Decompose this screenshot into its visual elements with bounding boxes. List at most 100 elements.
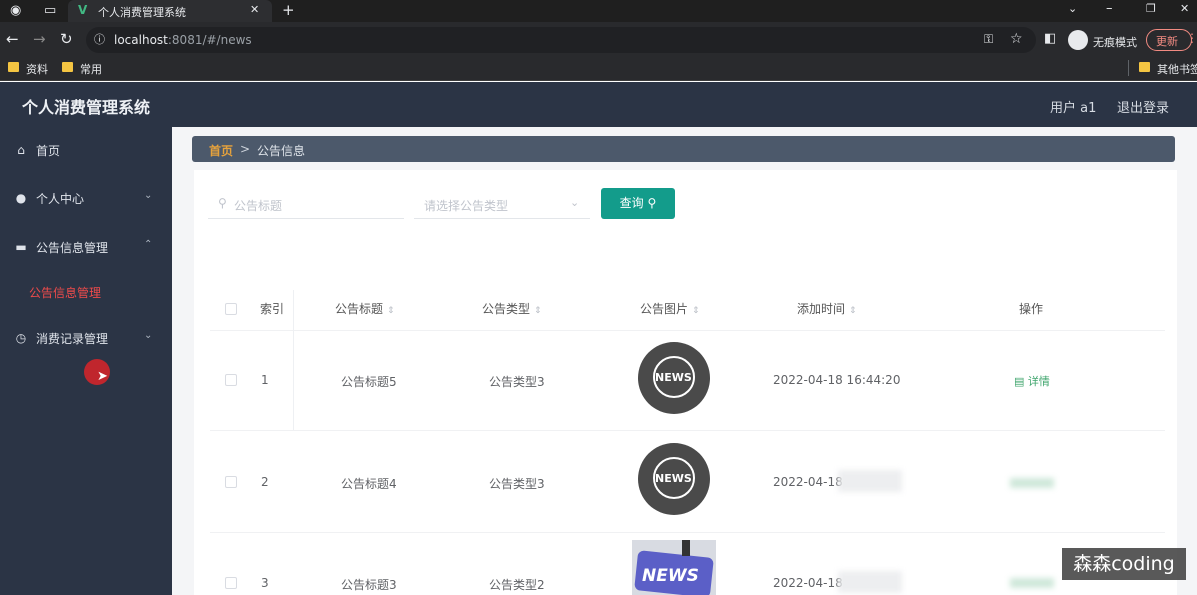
chevron-down-icon: ⌄ xyxy=(144,190,153,201)
sidebar-item-home[interactable]: ⌂ 首页 xyxy=(0,130,172,170)
briefcase-icon: ▬ xyxy=(15,240,27,254)
watermark: 森森coding xyxy=(1062,548,1186,580)
column-header-title[interactable]: 公告标题 ⇕ xyxy=(335,300,395,317)
news-sign-pole xyxy=(682,540,690,556)
column-header-actions: 操作 xyxy=(1019,302,1044,316)
row-type: 公告类型3 xyxy=(489,375,545,389)
row-checkbox[interactable] xyxy=(225,374,237,386)
chevron-up-icon: ⌃ xyxy=(144,239,153,250)
query-button[interactable]: 查询 ⚲ xyxy=(601,188,675,219)
row-divider xyxy=(210,330,1165,331)
forward-icon[interactable]: → xyxy=(33,32,46,47)
news-image-label: NEWS xyxy=(642,566,699,586)
other-bookmarks[interactable]: 其他书签 xyxy=(1157,61,1197,77)
detail-button[interactable]: ▤ 详情 xyxy=(1014,373,1050,389)
search-icon: ⚲ xyxy=(647,196,657,210)
row-divider xyxy=(210,532,1165,533)
sort-icon[interactable]: ⇕ xyxy=(692,306,700,316)
sidebar-item-notice-management[interactable]: ▬ 公告信息管理 ⌃ xyxy=(0,227,172,267)
row-title: 公告标题3 xyxy=(341,578,397,592)
sort-icon[interactable]: ⇕ xyxy=(387,306,395,316)
breadcrumb xyxy=(192,136,1175,162)
sidebar-item-personal-center[interactable]: ● 个人中心 ⌄ xyxy=(0,178,172,218)
close-tab-icon[interactable]: ✕ xyxy=(250,4,259,15)
row-type: 公告类型2 xyxy=(489,578,545,592)
sidebar-item-label: 消费记录管理 xyxy=(36,332,109,346)
row-index: 2 xyxy=(261,475,269,489)
blurred-region xyxy=(838,470,902,492)
column-divider xyxy=(293,290,294,430)
browser-globe-icon[interactable]: ◉ xyxy=(10,4,21,17)
header-label: 添加时间 xyxy=(797,302,846,316)
side-panel-icon[interactable]: ◧ xyxy=(1044,32,1056,45)
search-placeholder: 公告标题 xyxy=(234,199,283,213)
folder-icon xyxy=(1139,62,1150,72)
back-icon[interactable]: ← xyxy=(6,32,19,47)
row-time: 2022-04-18 xyxy=(773,576,843,590)
chevron-down-icon: ⌄ xyxy=(570,196,580,209)
bookmark-star-icon[interactable]: ☆ xyxy=(1010,32,1023,46)
app-header xyxy=(0,82,1197,127)
vue-logo-icon: V xyxy=(78,3,88,17)
select-all-checkbox[interactable] xyxy=(225,303,237,315)
bookmarks-divider xyxy=(1128,60,1129,76)
mouse-cursor-icon: ➤ xyxy=(97,369,108,384)
row-index: 3 xyxy=(261,576,269,590)
select-placeholder: 请选择公告类型 xyxy=(424,199,509,213)
tab-search-icon[interactable]: ⌄ xyxy=(1068,3,1077,14)
restore-icon[interactable]: ❐ xyxy=(1146,3,1156,14)
blurred-detail-button[interactable] xyxy=(1010,578,1054,588)
breadcrumb-separator: > xyxy=(240,142,251,156)
row-type: 公告类型3 xyxy=(489,477,545,491)
news-image-label: NEWS xyxy=(655,472,692,485)
row-checkbox[interactable] xyxy=(225,577,237,589)
close-window-icon[interactable]: ✕ xyxy=(1180,3,1189,14)
key-icon[interactable]: ⚿ xyxy=(984,33,993,45)
menu-dots-icon[interactable]: ⋮ xyxy=(1186,32,1197,44)
breadcrumb-home[interactable]: 首页 xyxy=(209,142,233,159)
new-tab-icon[interactable]: + xyxy=(282,3,295,18)
blurred-region xyxy=(838,571,902,593)
row-title: 公告标题5 xyxy=(341,375,397,389)
detail-label: 详情 xyxy=(1027,375,1050,388)
column-header-type[interactable]: 公告类型 ⇕ xyxy=(482,300,542,317)
site-info-icon[interactable]: ⓘ xyxy=(94,34,105,45)
url-host: localhost xyxy=(114,33,168,47)
update-label: 更新 xyxy=(1156,35,1178,48)
column-header-time[interactable]: 添加时间 ⇕ xyxy=(797,300,857,317)
sort-icon[interactable]: ⇕ xyxy=(849,306,857,316)
minimize-icon[interactable]: – xyxy=(1106,2,1113,15)
blurred-detail-button[interactable] xyxy=(1010,478,1054,488)
browser-tab-title: 个人消费管理系统 xyxy=(98,6,186,19)
row-index: 1 xyxy=(261,373,269,387)
column-header-image[interactable]: 公告图片 ⇕ xyxy=(640,300,700,317)
document-icon: ▤ xyxy=(1014,375,1025,388)
url-path: :8081/#/news xyxy=(167,33,252,47)
row-divider xyxy=(210,430,1165,431)
browser-tab-list-icon[interactable]: ▭ xyxy=(44,4,56,17)
bookmark-item[interactable]: 资料 xyxy=(26,61,48,77)
row-title: 公告标题4 xyxy=(341,477,397,491)
reload-icon[interactable]: ↻ xyxy=(60,32,73,47)
sidebar-item-consumption-records[interactable]: ◷ 消费记录管理 ⌄ xyxy=(0,318,172,358)
sidebar-item-label: 个人中心 xyxy=(36,192,85,206)
sort-icon[interactable]: ⇕ xyxy=(534,306,542,316)
header-label: 公告图片 xyxy=(640,302,689,316)
folder-icon xyxy=(62,62,73,72)
app-title: 个人消费管理系统 xyxy=(22,98,151,117)
clock-icon: ◷ xyxy=(15,331,27,345)
user-label: 用户 a1 xyxy=(1050,101,1097,116)
column-header-index: 索引 xyxy=(260,302,285,316)
sidebar-subitem-notice-management[interactable]: 公告信息管理 xyxy=(29,284,101,301)
header-label: 公告标题 xyxy=(335,302,384,316)
incognito-icon[interactable] xyxy=(1068,30,1088,50)
sidebar-item-label: 公告信息管理 xyxy=(36,241,109,255)
row-checkbox[interactable] xyxy=(225,476,237,488)
url-text: localhost:8081/#/news xyxy=(114,33,252,47)
sidebar-item-label: 首页 xyxy=(36,144,61,158)
logout-link[interactable]: 退出登录 xyxy=(1117,97,1169,116)
bookmark-item[interactable]: 常用 xyxy=(80,61,102,77)
query-label: 查询 xyxy=(619,196,644,210)
incognito-label: 无痕模式 xyxy=(1093,36,1137,49)
folder-icon xyxy=(8,62,19,72)
